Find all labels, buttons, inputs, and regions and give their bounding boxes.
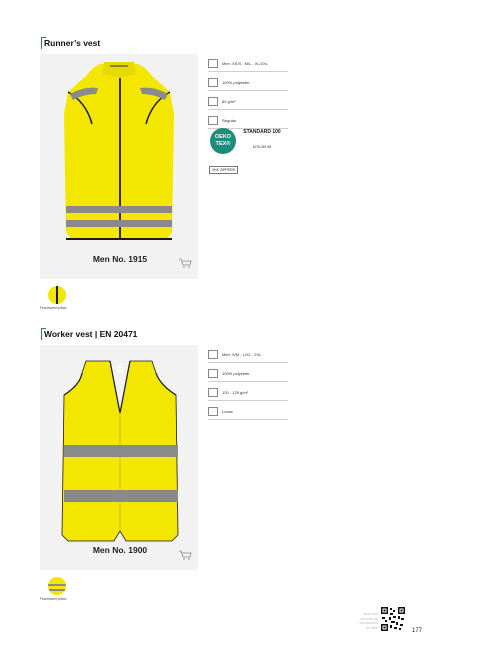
spec-text: 60 g/m² <box>222 99 236 104</box>
spec-weight: 120 - 125 g/m² <box>208 385 288 401</box>
weight-icon <box>208 97 218 106</box>
spec-text: 120 - 125 g/m² <box>222 390 249 395</box>
spec-weight: 60 g/m² <box>208 94 288 110</box>
swatch-stripe <box>48 584 66 586</box>
scan-text: on Web <box>366 625 378 630</box>
spec-list: Men: S/M - L/XL - 2XL 100% polyester 120… <box>208 347 288 423</box>
product-image-worker-vest[interactable] <box>40 345 198 570</box>
oeko-logo-top: OEKO <box>214 134 232 140</box>
spec-text: Men: S/M - L/XL - 2XL <box>222 352 262 357</box>
spec-text: Men: XS/S - M/L - XL/2XL <box>222 61 268 66</box>
product-image-runners-vest[interactable] <box>40 54 198 279</box>
model-number: Men No. 1900 <box>92 545 148 555</box>
cart-icon[interactable] <box>178 258 192 268</box>
zipper-tag: YKK ZIPPERS <box>209 166 238 174</box>
size-icon <box>208 350 218 359</box>
color-label: Fluorescent yellow <box>40 306 67 310</box>
model-number: Men No. 1915 <box>92 254 148 264</box>
color-swatch-fluorescent-yellow[interactable] <box>48 286 66 304</box>
oeko-logo-bottom: TEX® <box>215 141 231 147</box>
fabric-icon <box>208 369 218 378</box>
section-title-worker-vest: Worker vest | EN 20471 <box>44 329 138 339</box>
fabric-icon <box>208 78 218 87</box>
worker-vest-illustration <box>61 360 179 542</box>
oeko-tex-logo: OEKO TEX® <box>210 128 236 154</box>
spec-fabric: 100% polyester <box>208 75 288 91</box>
spec-list: Men: XS/S - M/L - XL/2XL 100% polyester … <box>208 56 288 132</box>
swatch-stripe <box>56 286 58 304</box>
spec-fabric: 100% polyester <box>208 366 288 382</box>
spec-fit: Regular <box>208 113 288 129</box>
qr-code-icon[interactable] <box>381 607 405 631</box>
fit-icon <box>208 407 218 416</box>
fit-icon <box>208 116 218 125</box>
cart-icon[interactable] <box>178 550 192 560</box>
runners-vest-illustration <box>64 62 174 240</box>
oeko-standard: STANDARD 100 <box>243 129 281 135</box>
spec-size: Men: XS/S - M/L - XL/2XL <box>208 56 288 72</box>
spec-size: Men: S/M - L/XL - 2XL <box>208 347 288 363</box>
oeko-tex-badge: OEKO TEX® STANDARD 100 1076-319 IIH <box>210 128 286 158</box>
color-swatch-fluorescent-yellow[interactable] <box>48 577 66 595</box>
color-label: Fluorescent yellow <box>40 597 67 601</box>
spec-text: Loose <box>222 409 233 414</box>
weight-icon <box>208 388 218 397</box>
section-title-runners-vest: Runner’s vest <box>44 38 101 48</box>
spec-text: 100% polyester <box>222 371 250 376</box>
spec-text: Regular <box>222 118 237 123</box>
spec-text: 100% polyester <box>222 80 250 85</box>
size-icon <box>208 59 218 68</box>
scan-caption: Scan and discover all accessories on Web <box>352 612 378 630</box>
swatch-stripe <box>48 589 66 591</box>
oeko-cert-number: 1076-319 IIH <box>252 145 272 149</box>
page-number: 177 <box>412 628 423 634</box>
spec-fit: Loose <box>208 404 288 420</box>
